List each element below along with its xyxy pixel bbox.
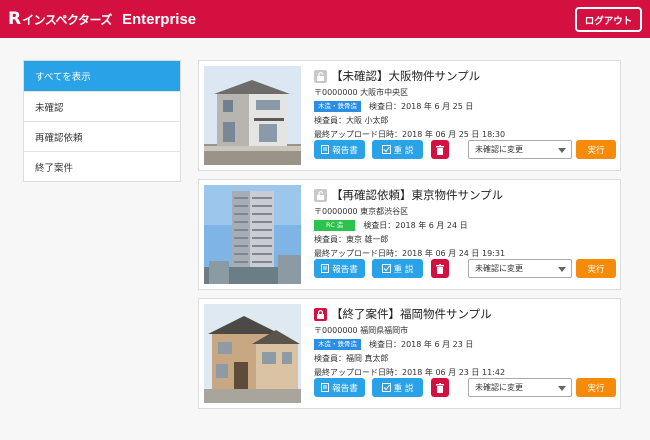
memo-button[interactable]: 重 説 xyxy=(372,378,423,397)
inspection-date: 検査日：2018 年 6 月 25 日 xyxy=(369,101,474,111)
property-info: 【未確認】大阪物件サンプル 〒0000000 大阪市中央区 木造・鉄骨造 検査日… xyxy=(314,67,614,140)
report-button[interactable]: 報告書 xyxy=(314,378,365,397)
property-address: 〒0000000 東京都渋谷区 xyxy=(314,207,409,216)
inspector-name: 検査員：東京 雄一郎 xyxy=(314,235,389,244)
report-label: 報告書 xyxy=(332,383,358,394)
card-actions: 報告書 重 説 未確認に変更 実行 xyxy=(314,259,616,278)
property-card: 【再確認依頼】東京物件サンプル 〒0000000 東京都渋谷区 RC 造 検査日… xyxy=(198,179,621,290)
execute-button[interactable]: 実行 xyxy=(576,140,616,159)
status-select[interactable]: 未確認に変更 xyxy=(468,378,572,397)
logo-mark: R xyxy=(8,8,22,29)
brand-logo: R インスペクターズ Enterprise xyxy=(8,8,197,29)
memo-label: 重 説 xyxy=(393,264,414,275)
property-title[interactable]: 【未確認】大阪物件サンプル xyxy=(331,68,480,84)
property-info: 【再確認依頼】東京物件サンプル 〒0000000 東京都渋谷区 RC 造 検査日… xyxy=(314,186,614,259)
property-title[interactable]: 【終了案件】福岡物件サンプル xyxy=(331,306,492,322)
logout-button[interactable]: ログアウト xyxy=(575,7,642,32)
app-header: R インスペクターズ Enterprise ログアウト xyxy=(0,0,650,38)
checkbox-icon xyxy=(381,383,391,392)
chevron-down-icon xyxy=(558,267,566,272)
sidebar-item-all[interactable]: すべてを表示 xyxy=(24,61,180,91)
document-icon xyxy=(321,264,330,273)
last-upload: 最終アップロード日時：2018 年 06 月 24 日 19:31 xyxy=(314,249,506,258)
inspector-name: 検査員：大阪 小太郎 xyxy=(314,116,389,125)
chevron-down-icon xyxy=(558,148,566,153)
property-title[interactable]: 【再確認依頼】東京物件サンプル xyxy=(331,187,503,203)
status-select-value: 未確認に変更 xyxy=(475,145,523,154)
status-select[interactable]: 未確認に変更 xyxy=(468,140,572,159)
structure-badge: 木造・鉄骨造 xyxy=(314,338,361,350)
property-photo xyxy=(204,185,301,284)
memo-button[interactable]: 重 説 xyxy=(372,259,423,278)
sidebar-item-closed[interactable]: 終了案件 xyxy=(24,151,180,181)
trash-icon xyxy=(436,263,444,274)
logo-name: インスペクターズ xyxy=(22,12,112,27)
structure-badge: 木造・鉄骨造 xyxy=(314,100,361,112)
last-upload: 最終アップロード日時：2018 年 06 月 23 日 11:42 xyxy=(314,368,506,377)
memo-label: 重 説 xyxy=(393,145,414,156)
status-select[interactable]: 未確認に変更 xyxy=(468,259,572,278)
trash-icon xyxy=(436,144,444,155)
property-address: 〒0000000 福岡県福岡市 xyxy=(314,326,409,335)
property-photo xyxy=(204,304,301,403)
property-card: 【終了案件】福岡物件サンプル 〒0000000 福岡県福岡市 木造・鉄骨造 検査… xyxy=(198,298,621,409)
report-button[interactable]: 報告書 xyxy=(314,259,365,278)
execute-button[interactable]: 実行 xyxy=(576,378,616,397)
sidebar-item-unconfirmed[interactable]: 未確認 xyxy=(24,91,180,121)
property-address: 〒0000000 大阪市中央区 xyxy=(314,88,409,97)
property-card: 【未確認】大阪物件サンプル 〒0000000 大阪市中央区 木造・鉄骨造 検査日… xyxy=(198,60,621,171)
lock-open-icon[interactable] xyxy=(314,188,327,202)
inspection-date: 検査日：2018 年 6 月 24 日 xyxy=(363,220,468,230)
chevron-down-icon xyxy=(558,386,566,391)
trash-icon xyxy=(436,382,444,393)
lock-icon[interactable] xyxy=(314,307,327,321)
document-icon xyxy=(321,383,330,392)
document-icon xyxy=(321,145,330,154)
card-actions: 報告書 重 説 未確認に変更 実行 xyxy=(314,140,616,159)
memo-label: 重 説 xyxy=(393,383,414,394)
last-upload: 最終アップロード日時：2018 年 06 月 25 日 18:30 xyxy=(314,130,506,139)
report-button[interactable]: 報告書 xyxy=(314,140,365,159)
execute-button[interactable]: 実行 xyxy=(576,259,616,278)
property-photo xyxy=(204,66,301,165)
lock-open-icon[interactable] xyxy=(314,69,327,83)
card-actions: 報告書 重 説 未確認に変更 実行 xyxy=(314,378,616,397)
status-select-value: 未確認に変更 xyxy=(475,383,523,392)
property-info: 【終了案件】福岡物件サンプル 〒0000000 福岡県福岡市 木造・鉄骨造 検査… xyxy=(314,305,614,378)
structure-badge: RC 造 xyxy=(314,219,356,231)
checkbox-icon xyxy=(381,264,391,273)
memo-button[interactable]: 重 説 xyxy=(372,140,423,159)
sidebar-item-reconfirm-request[interactable]: 再確認依頼 xyxy=(24,121,180,151)
delete-button[interactable] xyxy=(431,140,449,159)
delete-button[interactable] xyxy=(431,378,449,397)
edition-label: Enterprise xyxy=(121,10,197,28)
inspector-name: 検査員：福岡 真太郎 xyxy=(314,354,389,363)
report-label: 報告書 xyxy=(332,145,358,156)
checkbox-icon xyxy=(381,145,391,154)
status-select-value: 未確認に変更 xyxy=(475,264,523,273)
delete-button[interactable] xyxy=(431,259,449,278)
report-label: 報告書 xyxy=(332,264,358,275)
sidebar-filter-menu: すべてを表示 未確認 再確認依頼 終了案件 xyxy=(23,60,181,182)
inspection-date: 検査日：2018 年 6 月 23 日 xyxy=(369,339,474,349)
